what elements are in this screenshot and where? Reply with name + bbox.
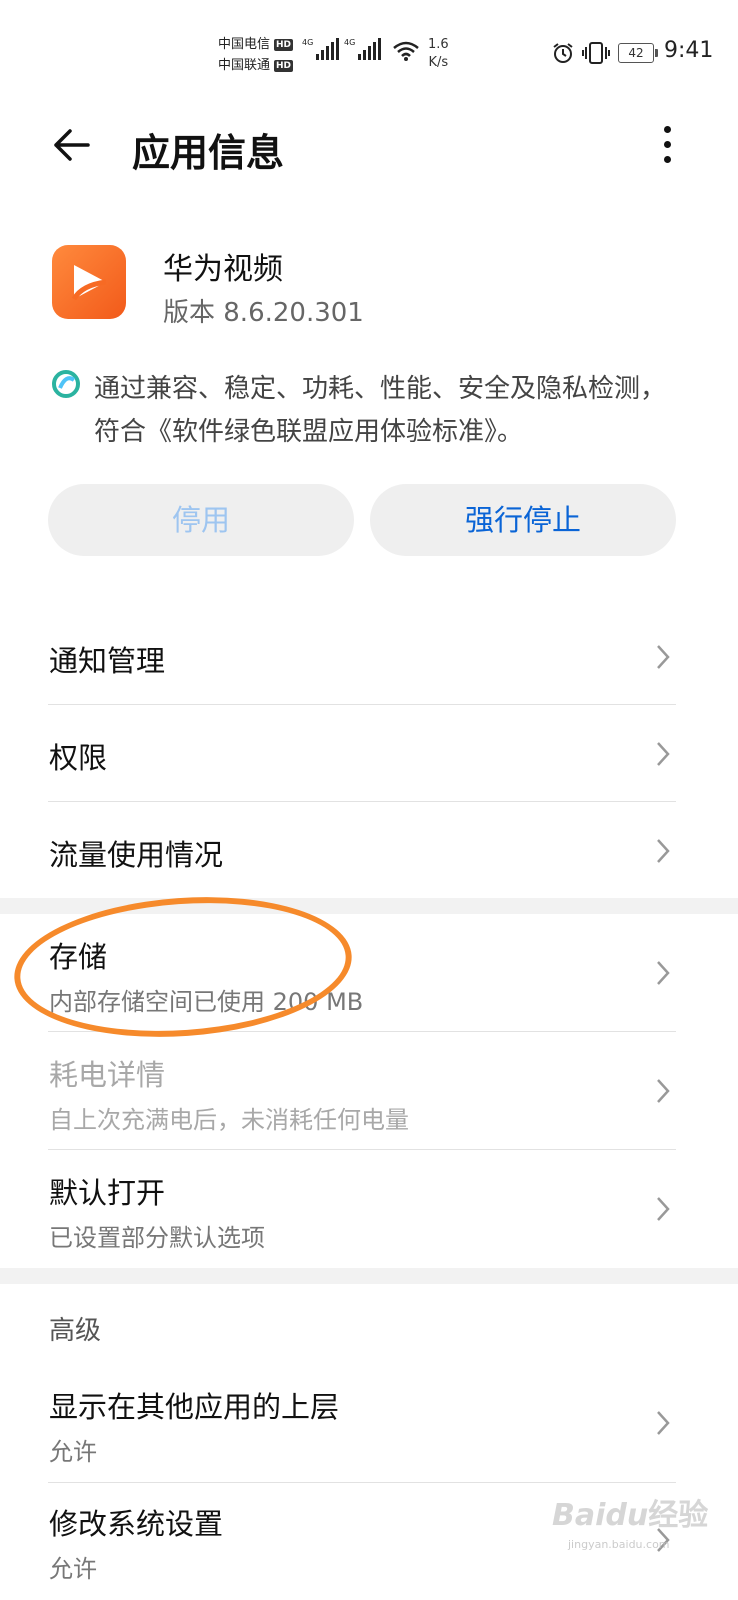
app-icon bbox=[52, 245, 126, 319]
page-title: 应用信息 bbox=[132, 131, 285, 175]
list-item-data-usage[interactable]: 流量使用情况 bbox=[0, 802, 738, 898]
app-bar: 应用信息 bbox=[0, 110, 738, 180]
hd-badge: HD bbox=[274, 59, 294, 72]
watermark-url: jingyan.baidu.com bbox=[568, 1538, 670, 1551]
item-subtitle: 已设置部分默认选项 bbox=[49, 1224, 265, 1252]
wifi-icon bbox=[393, 41, 419, 61]
item-title: 显示在其他应用的上层 bbox=[49, 1390, 340, 1424]
list-item-overlay[interactable]: 显示在其他应用的上层 允许 bbox=[0, 1366, 738, 1482]
signal-icon: 4G bbox=[302, 38, 340, 60]
item-subtitle: 自上次充满电后，未消耗任何电量 bbox=[49, 1106, 409, 1134]
item-title: 通知管理 bbox=[49, 644, 166, 678]
carrier-info: 中国电信 HD 中国联通 HD bbox=[218, 34, 294, 76]
chevron-right-icon bbox=[657, 839, 670, 863]
hd-badge: HD bbox=[274, 38, 294, 51]
list-item-default-open[interactable]: 默认打开 已设置部分默认选项 bbox=[0, 1150, 738, 1268]
item-title: 修改系统设置 bbox=[49, 1507, 224, 1541]
section-gap bbox=[0, 1268, 738, 1284]
force-stop-button[interactable]: 强行停止 bbox=[370, 484, 676, 556]
item-subtitle: 允许 bbox=[49, 1555, 97, 1583]
more-options-icon[interactable] bbox=[658, 124, 678, 166]
item-title: 默认打开 bbox=[49, 1176, 166, 1210]
green-shield-icon bbox=[52, 370, 80, 398]
certification-notice: 通过兼容、稳定、功耗、性能、安全及隐私检测，符合《软件绿色联盟应用体验标准》。 bbox=[52, 368, 672, 454]
item-subtitle: 允许 bbox=[49, 1438, 97, 1466]
list-item-notifications[interactable]: 通知管理 bbox=[0, 608, 738, 704]
baidu-watermark: Baidu经验 bbox=[552, 1498, 709, 1533]
app-version: 版本 8.6.20.301 bbox=[163, 298, 364, 328]
item-title: 耗电详情 bbox=[49, 1058, 166, 1092]
chevron-right-icon bbox=[657, 961, 670, 985]
disable-button[interactable]: 停用 bbox=[48, 484, 354, 556]
clock: 9:41 bbox=[664, 38, 714, 63]
list-item-battery-usage: 耗电详情 自上次充满电后，未消耗任何电量 bbox=[0, 1032, 738, 1150]
play-icon bbox=[71, 265, 107, 301]
item-title: 权限 bbox=[49, 741, 108, 775]
carrier-2: 中国联通 bbox=[218, 58, 271, 73]
app-name: 华为视频 bbox=[163, 252, 283, 287]
status-bar: 中国电信 HD 中国联通 HD 4G 4G 1.6 K/s 42 9:41 bbox=[0, 0, 738, 90]
section-header-advanced: 高级 bbox=[49, 1316, 102, 1346]
back-arrow-icon[interactable] bbox=[50, 123, 94, 167]
carrier-1: 中国电信 bbox=[218, 37, 271, 52]
network-speed: 1.6 K/s bbox=[428, 37, 449, 70]
chevron-right-icon bbox=[657, 1411, 670, 1435]
list-item-permissions[interactable]: 权限 bbox=[0, 705, 738, 801]
chevron-right-icon bbox=[657, 645, 670, 669]
battery-indicator: 42 bbox=[618, 43, 658, 63]
chevron-right-icon bbox=[657, 1197, 670, 1221]
signal-icon: 4G bbox=[344, 38, 382, 60]
vibrate-icon bbox=[582, 42, 610, 64]
chevron-right-icon bbox=[657, 742, 670, 766]
certification-text: 通过兼容、稳定、功耗、性能、安全及隐私检测，符合《软件绿色联盟应用体验标准》。 bbox=[94, 374, 667, 447]
item-title: 流量使用情况 bbox=[49, 838, 224, 872]
chevron-right-icon bbox=[657, 1079, 670, 1103]
alarm-icon bbox=[553, 43, 573, 63]
